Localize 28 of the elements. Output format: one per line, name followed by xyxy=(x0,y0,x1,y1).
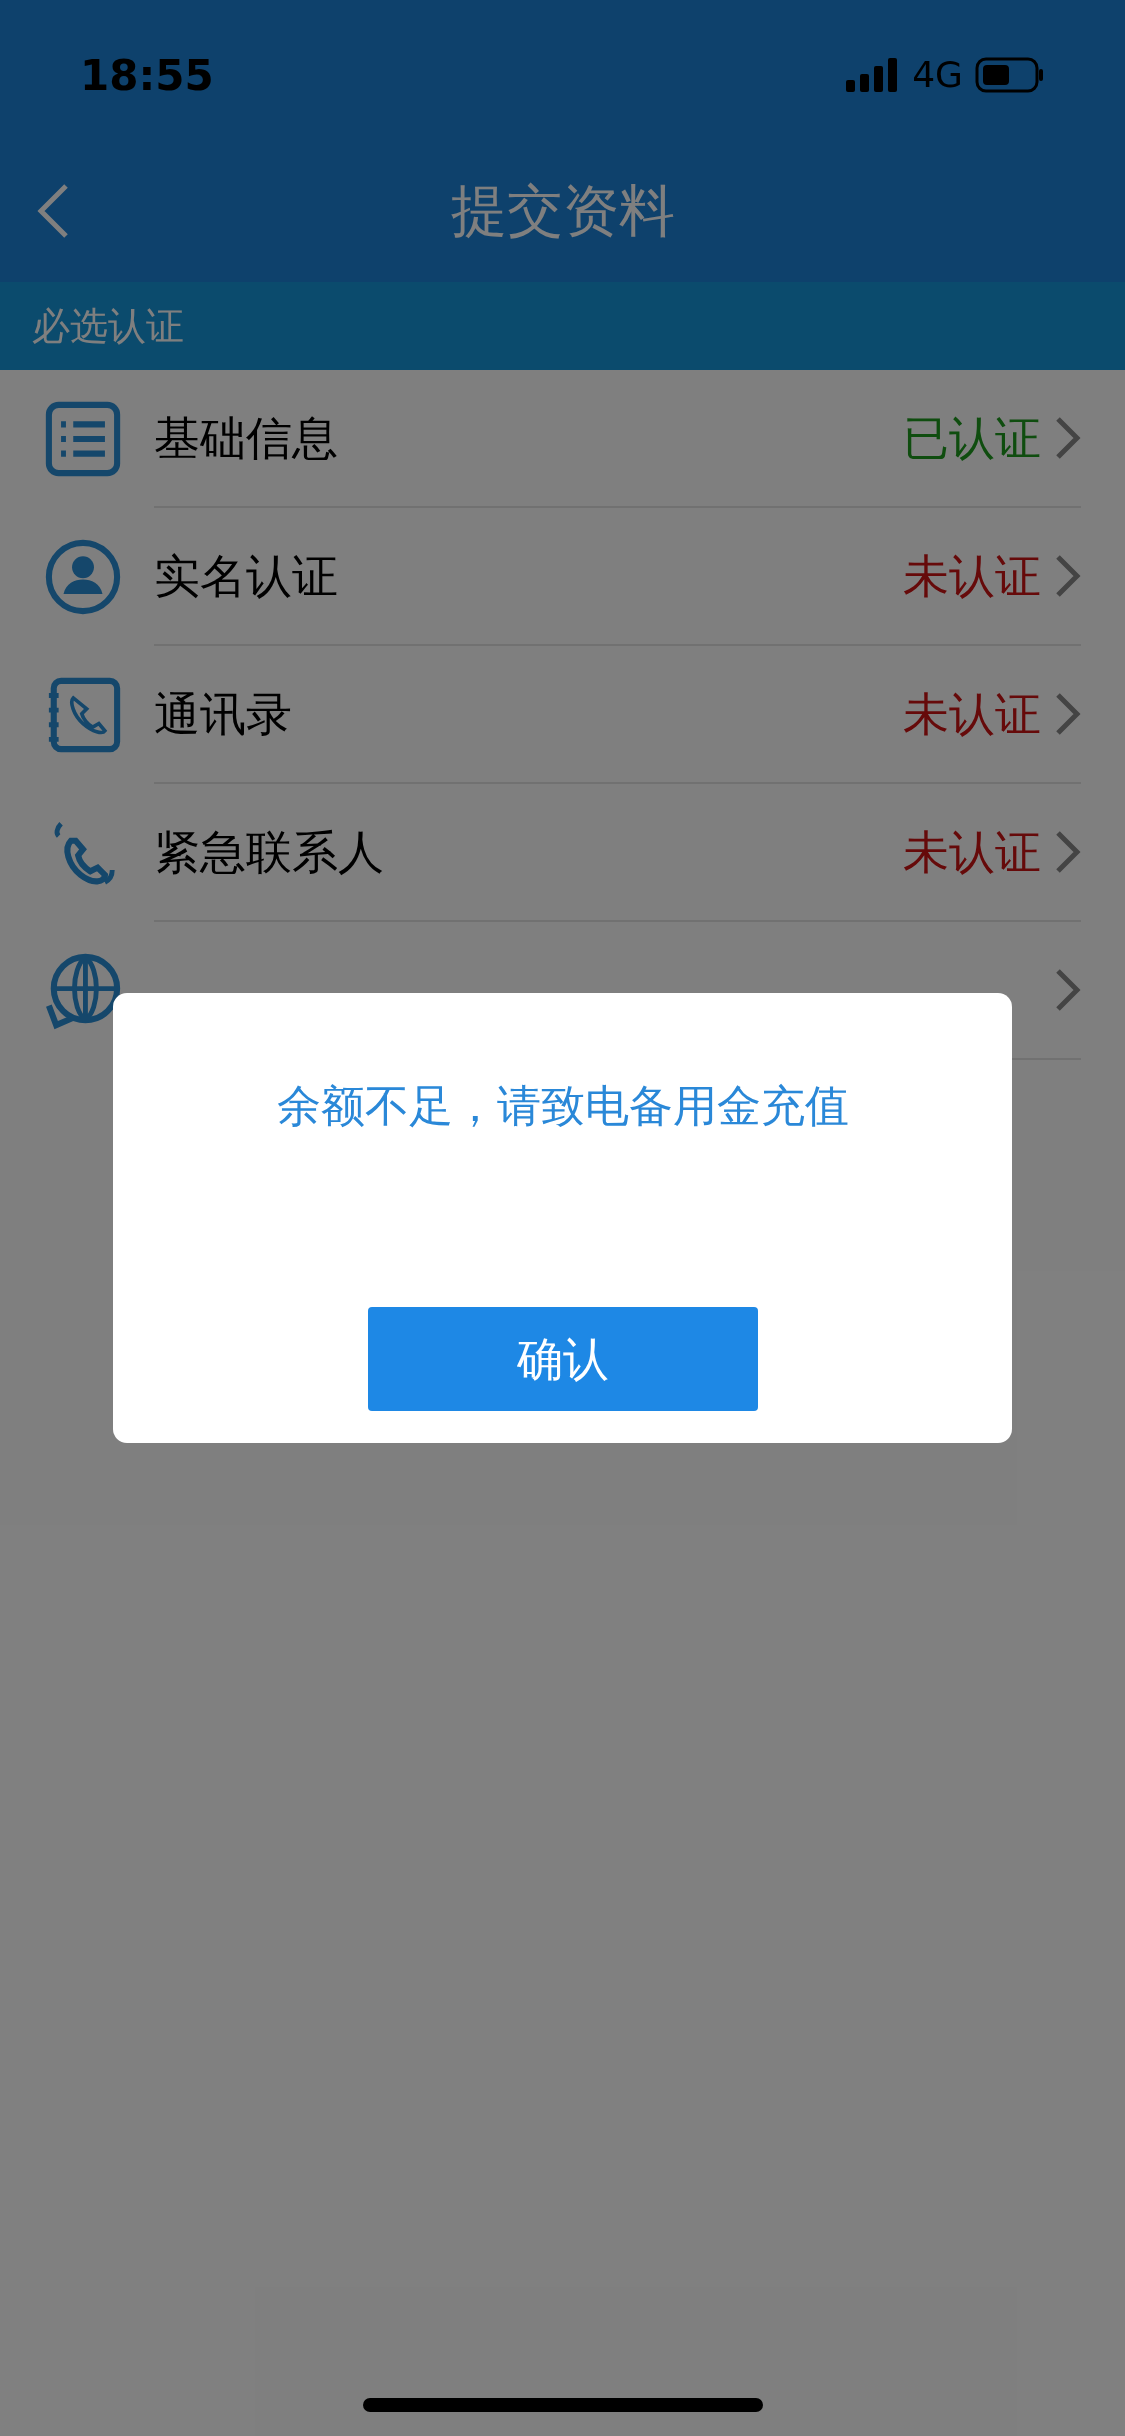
chevron-right-icon xyxy=(1055,968,1081,1012)
item-label: 基础信息 xyxy=(154,409,338,467)
battery-icon xyxy=(975,57,1045,93)
confirm-button[interactable]: 确认 xyxy=(367,1307,758,1411)
person-icon xyxy=(44,538,122,616)
globe-icon xyxy=(44,952,122,1030)
chevron-right-icon xyxy=(1055,830,1081,874)
status-label: 未认证 xyxy=(903,685,1041,743)
status-label: 未认证 xyxy=(903,823,1041,881)
status-label: 未认证 xyxy=(903,547,1041,605)
chevron-right-icon xyxy=(1055,554,1081,598)
page-title: 提交资料 xyxy=(450,177,675,245)
list-icon xyxy=(44,400,122,478)
verification-row[interactable]: 通讯录 未认证 xyxy=(0,646,1125,784)
item-label: 紧急联系人 xyxy=(154,823,384,881)
dialog-message: 余额不足，请致电备用金充值 xyxy=(276,1079,849,1133)
item-label: 通讯录 xyxy=(154,685,292,743)
verification-row[interactable]: 基础信息 已认证 xyxy=(0,370,1125,508)
status-time: 18:55 xyxy=(80,49,214,102)
network-label: 4G xyxy=(912,53,963,97)
verification-row[interactable]: 实名认证 未认证 xyxy=(0,508,1125,646)
chevron-right-icon xyxy=(1055,692,1081,736)
item-label: 实名认证 xyxy=(154,547,338,605)
status-label: 已认证 xyxy=(903,409,1041,467)
back-icon[interactable] xyxy=(36,183,70,239)
section-header: 必选认证 xyxy=(0,282,1125,370)
chevron-right-icon xyxy=(1055,416,1081,460)
verification-row[interactable]: 紧急联系人 未认证 xyxy=(0,784,1125,922)
